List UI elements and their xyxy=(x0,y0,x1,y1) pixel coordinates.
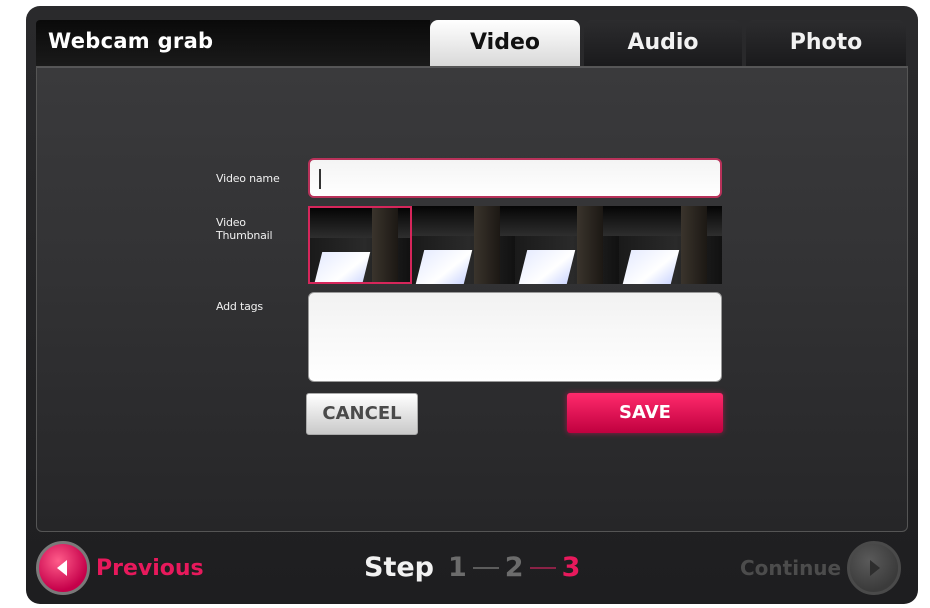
previous-button[interactable]: Previous xyxy=(36,540,204,596)
thumbnail-option-2[interactable] xyxy=(411,206,515,284)
save-button[interactable]: SAVE xyxy=(567,393,723,433)
thumbnail-strip xyxy=(308,206,722,284)
previous-label: Previous xyxy=(96,555,204,581)
tab-photo[interactable]: Photo xyxy=(746,20,906,66)
video-thumbnail-label-line1: Video xyxy=(216,216,246,229)
step-3: 3 xyxy=(561,552,581,583)
add-tags-input[interactable] xyxy=(308,292,722,382)
window-title: Webcam grab xyxy=(48,29,214,53)
cancel-button[interactable]: CANCEL xyxy=(306,393,418,435)
thumbnail-option-3[interactable] xyxy=(515,206,619,284)
webcam-grab-window: Webcam grab Video Audio Photo Video name… xyxy=(26,6,918,604)
text-caret xyxy=(319,169,321,189)
video-name-input[interactable] xyxy=(308,158,722,198)
tab-video[interactable]: Video xyxy=(430,20,580,66)
video-thumbnail-label-line2: Thumbnail xyxy=(216,229,273,242)
video-thumbnail-label: Video Thumbnail xyxy=(216,216,273,242)
step-indicator: Step 1 2 3 xyxy=(364,552,580,583)
title-bar: Webcam grab xyxy=(36,20,430,66)
arrow-left-icon xyxy=(36,541,90,595)
thumbnail-option-4[interactable] xyxy=(618,206,722,284)
add-tags-label: Add tags xyxy=(216,300,263,313)
continue-button[interactable]: Continue xyxy=(740,540,902,596)
arrow-right-icon xyxy=(847,541,902,595)
thumbnail-option-1[interactable] xyxy=(308,206,412,284)
step-separator xyxy=(529,566,556,569)
step-separator xyxy=(472,566,499,569)
step-2: 2 xyxy=(504,552,524,583)
video-name-label: Video name xyxy=(216,172,280,185)
step-word: Step xyxy=(364,552,434,583)
tab-audio[interactable]: Audio xyxy=(584,20,742,66)
continue-label: Continue xyxy=(740,556,842,580)
step-1: 1 xyxy=(448,552,467,583)
